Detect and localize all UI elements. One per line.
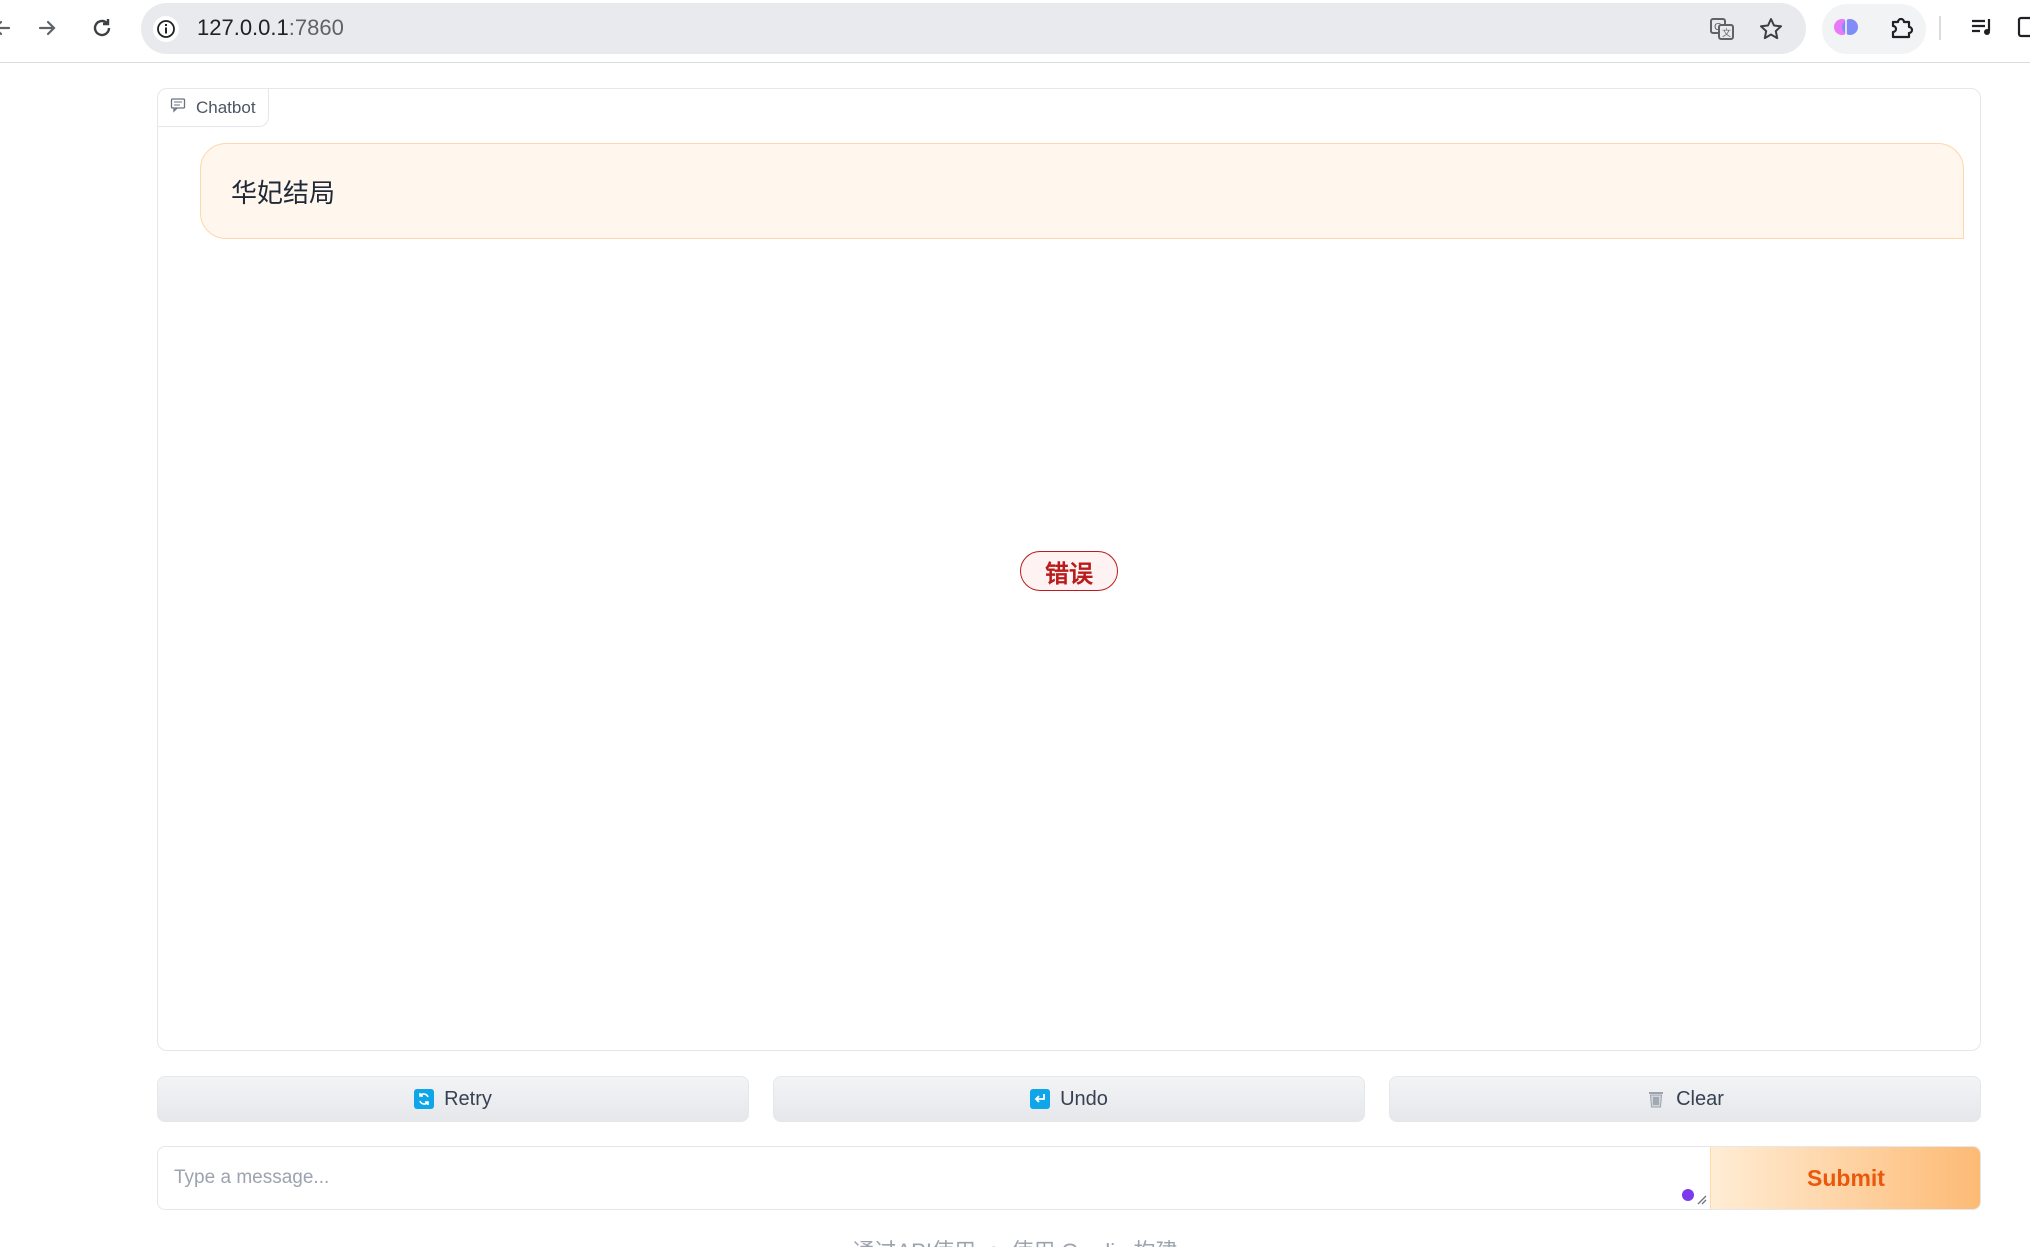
chat-bubble-icon (170, 97, 186, 118)
reload-icon[interactable] (86, 12, 118, 44)
back-arrow-icon[interactable] (0, 12, 18, 44)
message-input[interactable] (158, 1147, 1708, 1209)
address-bar[interactable]: 127.0.0.1:7860 G文 (141, 3, 1806, 54)
brain-extension-icon[interactable] (1831, 12, 1861, 42)
chatbot-label-text: Chatbot (196, 97, 256, 117)
media-queue-icon[interactable] (1967, 12, 1997, 42)
undo-button[interactable]: Undo (773, 1076, 1365, 1122)
url-port: :7860 (288, 15, 344, 40)
retry-icon (414, 1089, 435, 1109)
footer: 通过API使用 · 使用 Gradio 构建 (0, 1234, 2030, 1247)
puzzle-extensions-icon[interactable] (1886, 12, 1916, 42)
url-host: 127.0.0.1 (197, 15, 289, 40)
side-panel-icon[interactable] (2014, 12, 2030, 42)
chatbot-panel: Chatbot 华妃结局 错误 (157, 88, 1981, 1051)
user-message-bubble: 华妃结局 (200, 143, 1964, 239)
error-badge: 错误 (1020, 551, 1118, 591)
trash-icon (1646, 1089, 1666, 1109)
translate-icon[interactable]: G文 (1708, 15, 1736, 43)
forward-arrow-icon[interactable] (31, 12, 63, 44)
bookmark-star-icon[interactable] (1757, 15, 1785, 43)
browser-toolbar: 127.0.0.1:7860 G文 (0, 0, 2030, 63)
clear-label: Clear (1676, 1087, 1724, 1110)
toolbar-divider (1939, 16, 1941, 40)
message-input-row: Submit (157, 1146, 1981, 1210)
footer-separator: · (989, 1234, 998, 1247)
user-message-text: 华妃结局 (231, 177, 336, 208)
use-via-api-link[interactable]: 通过API使用 (852, 1234, 975, 1247)
url-text: 127.0.0.1:7860 (197, 15, 344, 41)
resize-handle-icon[interactable] (1693, 1191, 1707, 1205)
chatbot-label: Chatbot (158, 89, 269, 127)
built-with-gradio-link[interactable]: 使用 Gradio 构建 (1011, 1234, 1177, 1247)
svg-text:文: 文 (1722, 27, 1731, 39)
submit-button[interactable]: Submit (1710, 1147, 1980, 1209)
retry-label: Retry (444, 1087, 492, 1110)
undo-label: Undo (1060, 1087, 1108, 1110)
retry-button[interactable]: Retry (157, 1076, 749, 1122)
clear-button[interactable]: Clear (1389, 1076, 1981, 1122)
undo-icon (1030, 1089, 1051, 1109)
site-info-icon[interactable] (153, 16, 179, 42)
